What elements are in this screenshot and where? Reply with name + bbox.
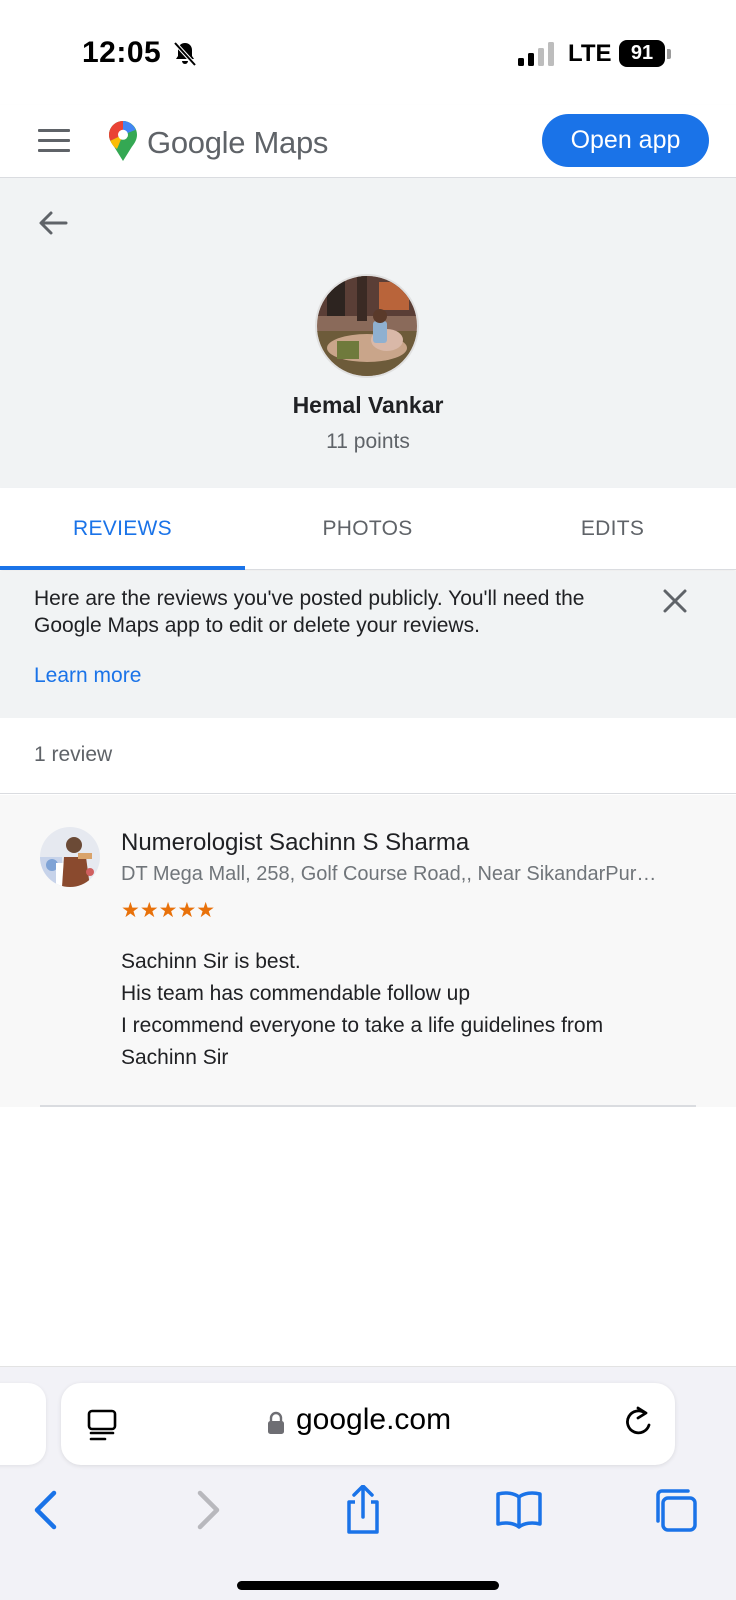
review-text: Sachinn Sir is best. His team has commen… <box>121 946 681 1074</box>
profile-avatar[interactable] <box>315 274 419 378</box>
profile-tabs: REVIEWS PHOTOS EDITS <box>0 488 736 570</box>
reader-icon[interactable] <box>87 1409 117 1441</box>
tab-photos[interactable]: PHOTOS <box>245 488 490 570</box>
review-count: 1 review <box>34 743 113 766</box>
back-icon[interactable] <box>24 1485 74 1535</box>
profile-header: Hemal Vankar 11 points <box>0 178 736 488</box>
open-app-button[interactable]: Open app <box>542 114 709 167</box>
share-icon[interactable] <box>338 1485 388 1535</box>
tabs-icon[interactable] <box>650 1485 700 1535</box>
reload-icon[interactable] <box>621 1405 655 1441</box>
back-arrow-icon[interactable] <box>36 206 70 240</box>
browser-toolbar: google.com <box>0 1366 736 1600</box>
review-line: His team has commendable follow up <box>121 982 471 1005</box>
status-time: 12:05 <box>82 36 162 69</box>
google-maps-logo[interactable]: Google Maps <box>147 125 328 161</box>
bookmarks-icon[interactable] <box>494 1485 544 1535</box>
active-tab-indicator <box>0 566 245 570</box>
learn-more-link[interactable]: Learn more <box>34 664 141 688</box>
review-line: Sachinn Sir is best. <box>121 950 301 973</box>
url-text[interactable]: google.com <box>296 1403 451 1437</box>
tab-edits[interactable]: EDITS <box>490 488 735 570</box>
menu-icon[interactable] <box>38 129 70 153</box>
maps-pin-icon <box>109 121 137 161</box>
info-banner: Here are the reviews you've posted publi… <box>0 571 736 718</box>
bell-muted-icon <box>173 41 197 67</box>
address-bar[interactable]: google.com <box>61 1383 675 1465</box>
battery-level: 91 <box>619 40 665 67</box>
forward-icon[interactable] <box>180 1485 230 1535</box>
place-avatar[interactable] <box>40 827 100 887</box>
network-label: LTE <box>568 40 612 67</box>
banner-text: Here are the reviews you've posted publi… <box>34 587 585 637</box>
top-app-bar: Google Maps Open app <box>0 105 736 178</box>
battery-icon: 91 <box>619 40 671 68</box>
home-indicator[interactable] <box>237 1581 499 1590</box>
previous-tab-preview[interactable] <box>0 1383 46 1465</box>
review-line: I recommend everyone to take a life guid… <box>121 1014 604 1069</box>
tab-reviews[interactable]: REVIEWS <box>0 488 245 570</box>
divider <box>40 1105 696 1107</box>
status-bar: 12:05 LTE 91 <box>0 0 736 105</box>
place-address: DT Mega Mall, 258, Golf Course Road,, Ne… <box>121 863 661 885</box>
signal-icon <box>518 42 554 66</box>
profile-points: 11 points <box>326 430 410 453</box>
place-name[interactable]: Numerologist Sachinn S Sharma <box>121 829 469 857</box>
close-icon[interactable] <box>661 587 689 615</box>
star-rating: ★★★★★ <box>121 899 216 922</box>
lock-icon <box>268 1411 284 1434</box>
profile-name: Hemal Vankar <box>292 392 444 418</box>
review-card[interactable]: Numerologist Sachinn S Sharma DT Mega Ma… <box>0 795 736 1107</box>
review-count-bar: 1 review <box>0 718 736 794</box>
